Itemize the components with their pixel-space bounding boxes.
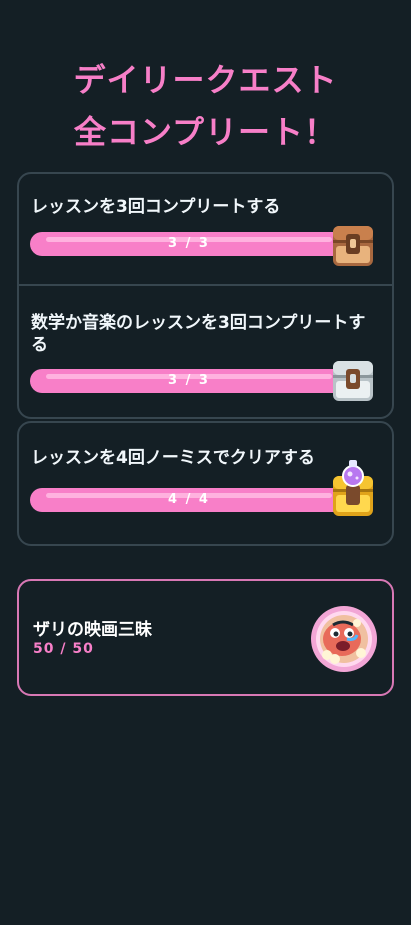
gold-chest-potion-icon[interactable] xyxy=(330,458,376,518)
quest-divider xyxy=(17,284,394,286)
page-title: デイリークエスト 全コンプリート！ xyxy=(0,54,411,158)
zari-movie-badge-icon xyxy=(311,606,377,672)
silver-chest-icon[interactable] xyxy=(331,357,375,403)
milestone-title: ザリの映画三昧 xyxy=(33,620,152,640)
quest-title: レッスンを4回ノーミスでクリアする xyxy=(31,448,315,468)
quest-progress-bar: 3 / 3 xyxy=(30,232,348,256)
quest-progress-label: 3 / 3 xyxy=(168,373,210,388)
quest-progress-bar: 4 / 4 xyxy=(30,488,348,512)
wooden-chest-icon[interactable] xyxy=(331,222,375,268)
quest-title: 数学か音楽のレッスンを3回コンプリートする xyxy=(31,313,366,355)
milestone-progress-label: 50 / 50 xyxy=(33,641,94,657)
quest-title: レッスンを3回コンプリートする xyxy=(31,197,281,217)
quest-progress-bar: 3 / 3 xyxy=(30,369,348,393)
quest-progress-label: 3 / 3 xyxy=(168,236,210,251)
quest-progress-label: 4 / 4 xyxy=(168,492,210,507)
page-title-line-1: デイリークエスト xyxy=(73,61,338,99)
page-title-line-2: 全コンプリート！ xyxy=(73,113,338,151)
